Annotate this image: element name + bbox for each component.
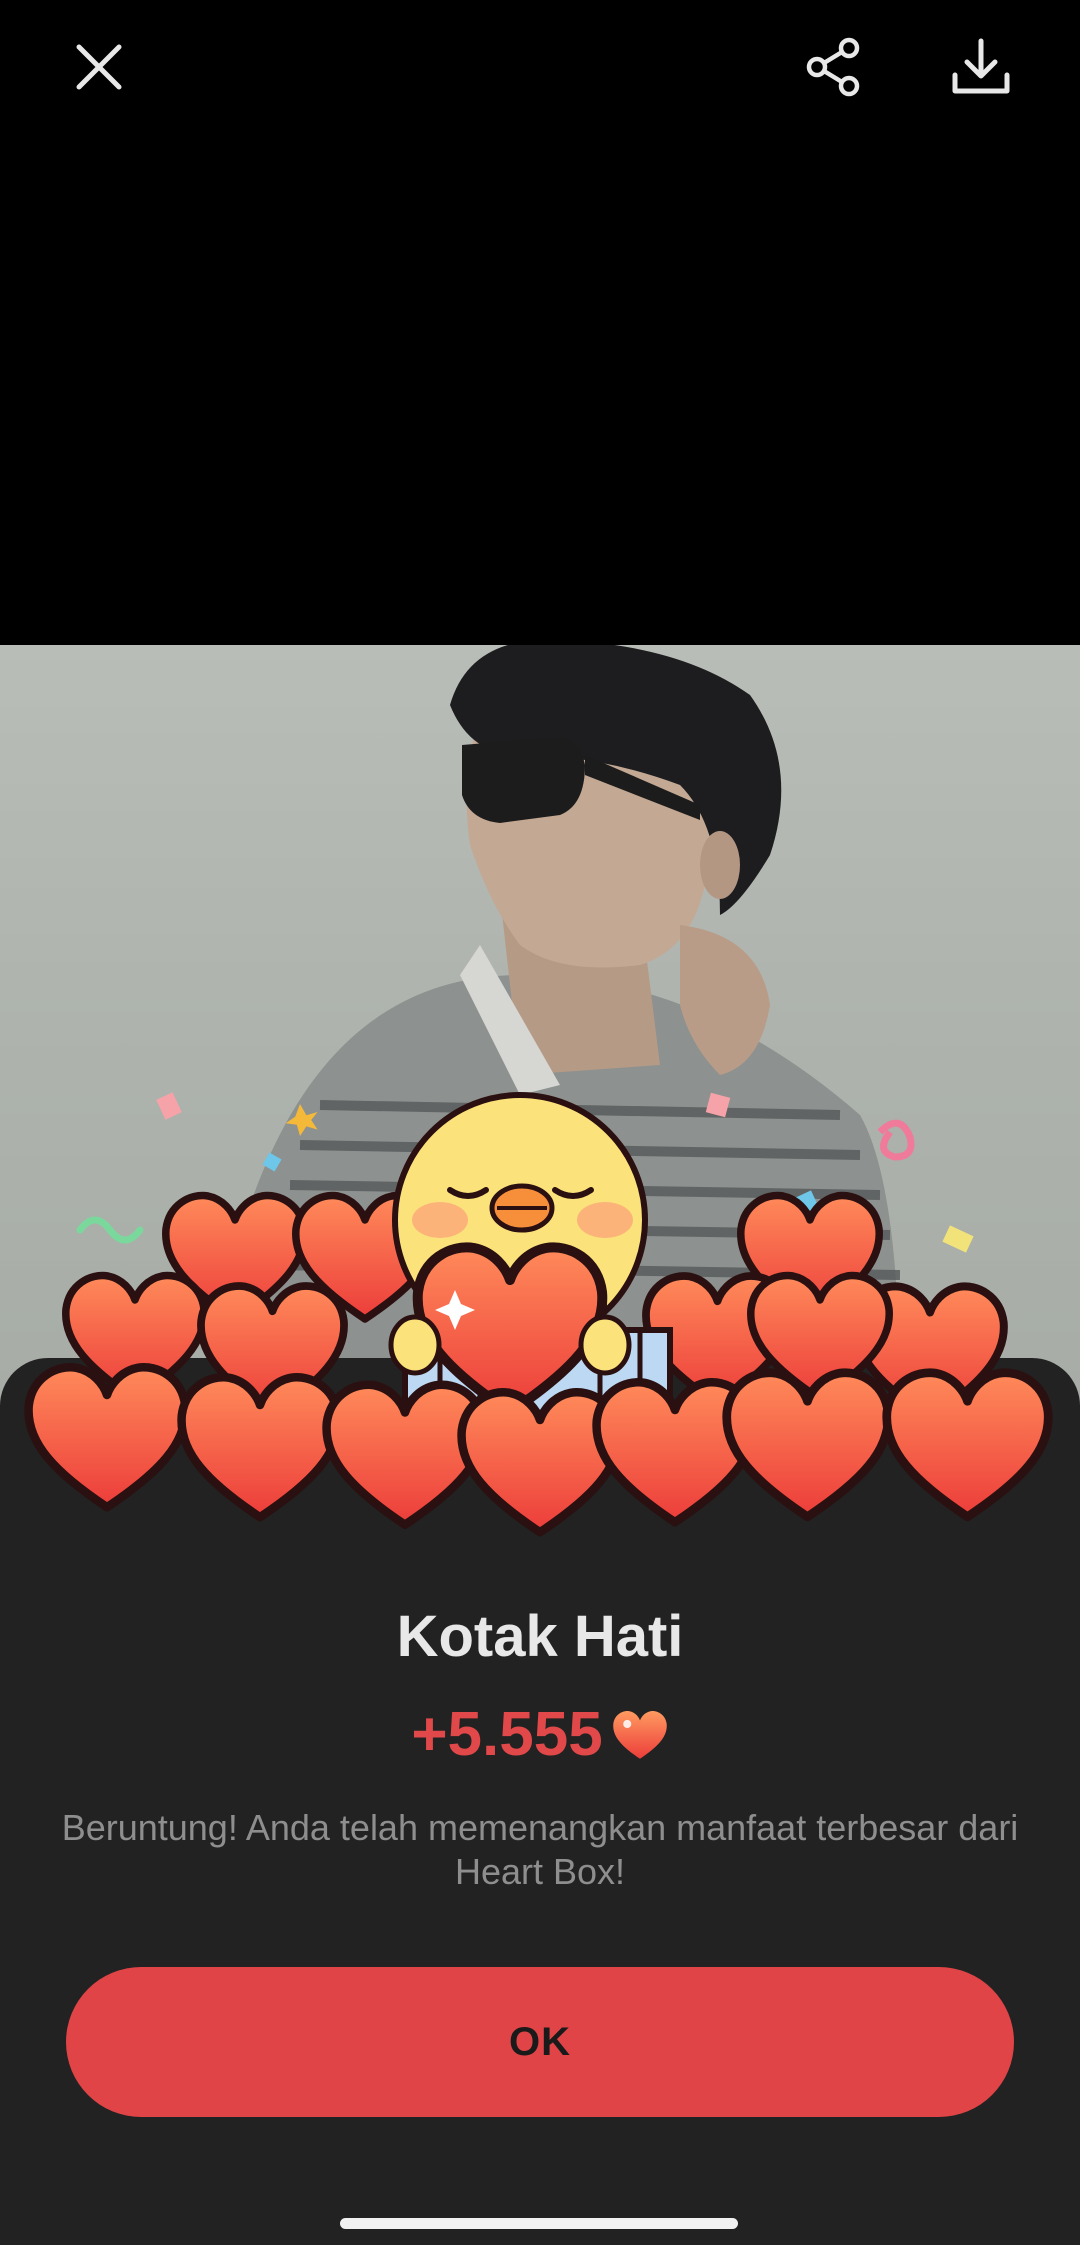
share-icon bbox=[806, 37, 860, 97]
download-icon bbox=[952, 38, 1010, 94]
share-button[interactable] bbox=[790, 22, 880, 112]
reward-message: Beruntung! Anda telah memenangkan manfaa… bbox=[61, 1807, 1019, 1892]
reward-amount-row: +5.555 bbox=[0, 1695, 1080, 1775]
reward-title: Kotak Hati bbox=[396, 1604, 684, 1669]
home-indicator[interactable] bbox=[340, 2218, 738, 2229]
ok-button[interactable]: OK bbox=[66, 1967, 1014, 2117]
top-bar bbox=[0, 0, 1080, 140]
close-button[interactable] bbox=[54, 22, 144, 112]
reward-amount: +5.555 bbox=[411, 1700, 603, 1769]
heart-icon bbox=[612, 1711, 667, 1759]
download-button[interactable] bbox=[936, 22, 1026, 112]
heart-box-illustration bbox=[0, 1092, 1080, 1560]
close-icon bbox=[76, 44, 122, 90]
viewer-screen: Kotak Hati +5.555 Beruntung! Anda telah … bbox=[0, 0, 1080, 2245]
